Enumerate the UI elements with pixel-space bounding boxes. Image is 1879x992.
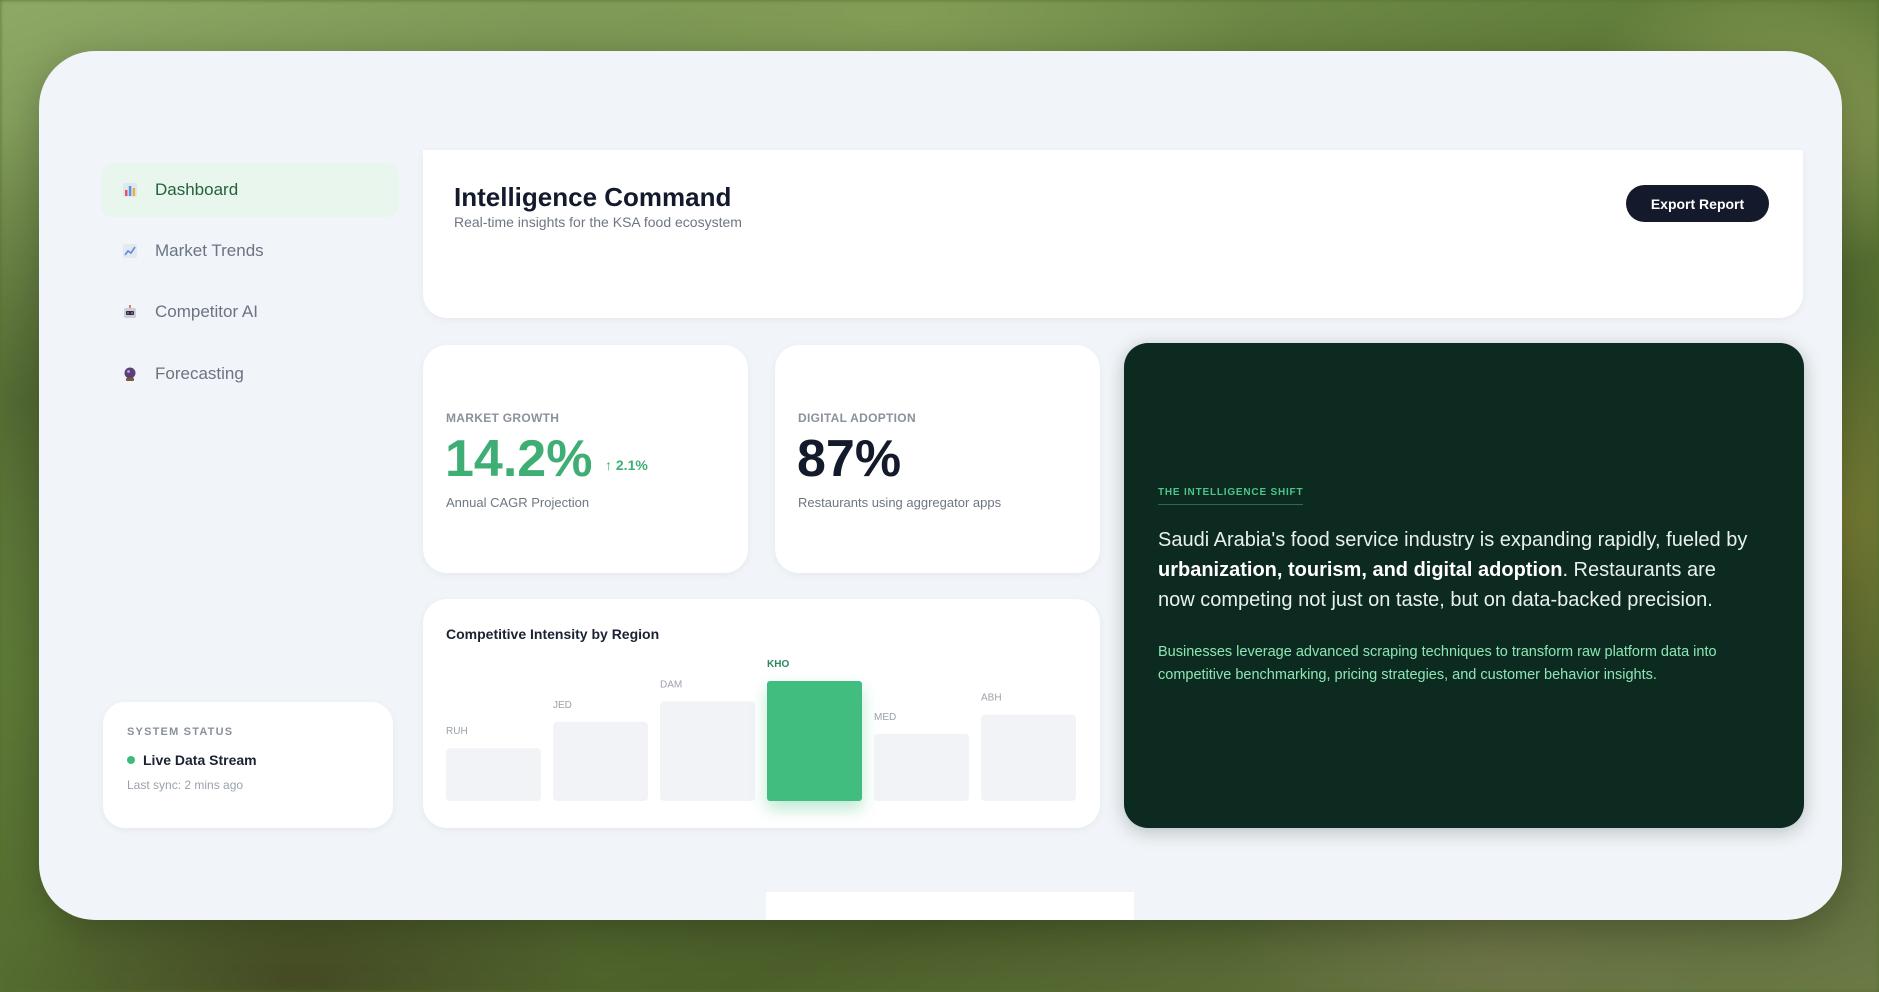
sidebar-item-competitor-ai[interactable]: Competitor AI: [101, 285, 399, 339]
bar-chart-icon: [121, 181, 139, 199]
system-status-card: SYSTEM STATUS Live Data Stream Last sync…: [103, 702, 393, 828]
export-report-button[interactable]: Export Report: [1626, 185, 1769, 222]
insight-text-part: Saudi Arabia's food service industry is …: [1158, 529, 1748, 551]
metric-subtitle: Annual CAGR Projection: [446, 495, 590, 510]
bar-chart: RUH JED DAM KHO MED ABH: [446, 659, 1076, 801]
metric-change: ↑ 2.1%: [605, 457, 648, 473]
market-growth-card: MARKET GROWTH 14.2% ↑ 2.1% Annual CAGR P…: [423, 345, 748, 573]
bar-med[interactable]: [874, 733, 969, 801]
bar-label-ruh: RUH: [446, 726, 468, 737]
bar-label-jed: JED: [553, 700, 572, 711]
page-title: Intelligence Command: [454, 182, 732, 212]
bar-dam[interactable]: [660, 701, 755, 801]
sidebar-item-label: Competitor AI: [155, 302, 258, 321]
insight-note: Businesses leverage advanced scraping te…: [1158, 644, 1717, 683]
status-title: SYSTEM STATUS: [127, 726, 234, 738]
status-label: Live Data Stream: [143, 752, 257, 768]
bar-label-kho: KHO: [767, 659, 789, 670]
sidebar-item-market-trends[interactable]: Market Trends: [101, 224, 399, 278]
status-indicator: Live Data Stream: [127, 752, 369, 768]
bar-jed[interactable]: [553, 721, 648, 801]
bar-label-med: MED: [874, 712, 896, 723]
sidebar-item-dashboard[interactable]: Dashboard: [101, 163, 399, 217]
bar-label-abh: ABH: [981, 693, 1002, 704]
insight-text-bold: urbanization, tourism, and digital adopt…: [1158, 559, 1563, 581]
live-dot-icon: [127, 756, 135, 764]
insight-kicker: THE INTELLIGENCE SHIFT: [1158, 487, 1304, 505]
sidebar-item-label: Market Trends: [155, 241, 264, 260]
metric-value: 87%: [797, 430, 902, 488]
metric-label: DIGITAL ADOPTION: [798, 411, 916, 425]
digital-adoption-card: DIGITAL ADOPTION 87% Restaurants using a…: [775, 345, 1100, 573]
sidebar-item-forecasting[interactable]: Forecasting: [101, 347, 399, 401]
metric-value: 14.2%: [445, 430, 593, 488]
metric-subtitle: Restaurants using aggregator apps: [798, 495, 1002, 510]
crystal-ball-icon: [121, 365, 139, 383]
bar-abh[interactable]: [981, 714, 1076, 801]
bar-ruh[interactable]: [446, 748, 541, 801]
intelligence-shift-card: THE INTELLIGENCE SHIFT Saudi Arabia's fo…: [1124, 343, 1804, 828]
page-subtitle: Real-time insights for the KSA food ecos…: [454, 214, 742, 230]
bar-kho[interactable]: [767, 681, 862, 801]
app-window: Dashboard Market Trends Competitor AI Fo…: [39, 51, 1842, 920]
page-header: Intelligence Command Real-time insights …: [423, 150, 1803, 318]
last-sync-text: Last sync: 2 mins ago: [127, 778, 244, 792]
sidebar-item-label: Forecasting: [155, 364, 244, 383]
bar-label-dam: DAM: [660, 679, 682, 690]
robot-icon: [121, 303, 139, 321]
bottom-panel-edge: [766, 892, 1134, 920]
trend-chart-icon: [121, 242, 139, 260]
competitive-intensity-chart-card: Competitive Intensity by Region RUH JED DA…: [423, 599, 1100, 828]
sidebar-item-label: Dashboard: [155, 180, 239, 199]
metric-label: MARKET GROWTH: [446, 411, 560, 425]
insight-text: Saudi Arabia's food service industry is …: [1158, 525, 1758, 615]
